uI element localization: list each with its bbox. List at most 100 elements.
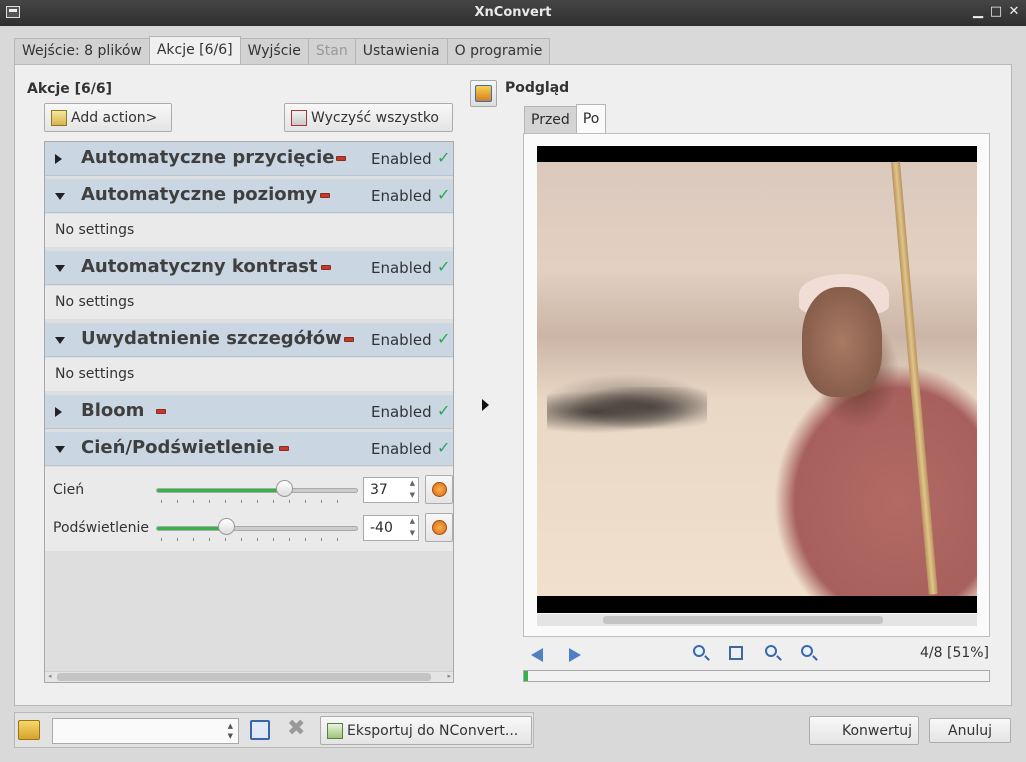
save-preset-icon[interactable] xyxy=(250,720,270,740)
tab-status[interactable]: Stan xyxy=(307,38,356,64)
highlight-slider-handle[interactable] xyxy=(217,518,235,535)
actions-list: Automatyczne przycięcie Enabled ✓ Automa… xyxy=(44,141,454,683)
export-nconvert-button[interactable]: Eksportuj do NConvert... xyxy=(320,716,532,745)
window-title: XnConvert xyxy=(474,5,552,20)
enabled-checkbox[interactable]: ✓ xyxy=(437,259,453,275)
action-body: No settings xyxy=(45,286,453,319)
enabled-checkbox[interactable]: ✓ xyxy=(437,440,453,456)
expand-arrow-icon[interactable] xyxy=(55,154,62,164)
maximize-icon[interactable]: □ xyxy=(988,4,1004,20)
enabled-checkbox[interactable]: ✓ xyxy=(437,403,453,419)
remove-action-icon[interactable] xyxy=(321,265,331,270)
reset-icon xyxy=(432,482,447,497)
tab-before[interactable]: Przed xyxy=(524,106,577,133)
shadow-slider-handle[interactable] xyxy=(276,480,294,497)
fit-to-window-icon[interactable] xyxy=(729,646,743,660)
combo-down-icon[interactable]: ▼ xyxy=(228,732,233,740)
zoom-in-icon[interactable] xyxy=(693,645,705,657)
action-header-shadow-highlight[interactable]: Cień/Podświetlenie Enabled ✓ xyxy=(45,432,453,466)
remove-action-icon[interactable] xyxy=(344,337,354,342)
load-preset-folder-icon[interactable] xyxy=(18,720,40,740)
enabled-checkbox[interactable]: ✓ xyxy=(437,150,453,166)
remove-action-icon[interactable] xyxy=(336,156,346,161)
previous-image-icon[interactable] xyxy=(531,648,543,662)
photo-face xyxy=(802,287,882,397)
preview-title: Podgląd xyxy=(505,80,570,96)
add-action-button[interactable]: Add action> xyxy=(44,103,172,132)
actions-title: Akcje [6/6] xyxy=(27,81,113,97)
actions-horizontal-scrollbar[interactable]: ◂ ▸ xyxy=(45,671,453,682)
shadow-reset-button[interactable] xyxy=(425,475,453,504)
spin-up-icon[interactable]: ▲ xyxy=(410,517,415,525)
delete-preset-icon[interactable]: ✖ xyxy=(287,716,305,741)
preview-toggle-button[interactable] xyxy=(470,80,497,107)
remove-action-icon[interactable] xyxy=(320,193,330,198)
scroll-right-icon[interactable]: ▸ xyxy=(447,672,451,680)
progress-fill xyxy=(524,671,528,681)
add-action-icon xyxy=(51,109,67,126)
action-header-bloom[interactable]: Bloom Enabled ✓ xyxy=(45,395,453,429)
remove-action-icon[interactable] xyxy=(279,446,289,451)
remove-action-icon[interactable] xyxy=(156,409,166,414)
collapse-arrow-icon[interactable] xyxy=(55,337,65,344)
enabled-label: Enabled xyxy=(371,440,432,458)
highlight-slider[interactable] xyxy=(156,526,358,531)
preview-horizontal-scrollbar[interactable] xyxy=(537,614,977,626)
photo-goats xyxy=(547,387,707,437)
preview-frame xyxy=(523,133,990,637)
close-icon[interactable]: ✕ xyxy=(1006,4,1022,20)
enabled-checkbox[interactable]: ✓ xyxy=(437,331,453,347)
clear-all-button[interactable]: Wyczyść wszystko xyxy=(284,103,453,132)
highlight-reset-button[interactable] xyxy=(425,513,453,542)
shadow-label: Cień xyxy=(53,482,85,498)
cancel-button[interactable]: Anuluj xyxy=(929,718,1011,743)
convert-button[interactable]: Konwertuj xyxy=(809,716,919,745)
actual-size-icon[interactable] xyxy=(765,645,777,657)
slider-ticks xyxy=(161,500,353,503)
enabled-label: Enabled xyxy=(371,331,432,349)
convert-label: Konwertuj xyxy=(842,722,912,739)
highlight-value: -40 xyxy=(370,520,393,536)
photo xyxy=(537,161,977,596)
preview-image-icon xyxy=(475,85,492,102)
enabled-checkbox[interactable]: ✓ xyxy=(437,187,453,203)
zoom-status: 4/8 [51%] xyxy=(920,645,990,661)
highlight-spinbox[interactable]: -40 ▲ ▼ xyxy=(363,515,419,541)
action-header-auto-levels[interactable]: Automatyczne poziomy Enabled ✓ xyxy=(45,179,453,213)
preview-tabs: Przed Po xyxy=(524,104,607,133)
action-header-auto-crop[interactable]: Automatyczne przycięcie Enabled ✓ xyxy=(45,142,453,176)
collapse-arrow-icon[interactable] xyxy=(55,265,65,272)
tab-output[interactable]: Wyjście xyxy=(239,38,309,64)
tab-about[interactable]: O programie xyxy=(446,38,551,64)
preview-image[interactable] xyxy=(537,146,977,613)
scroll-left-icon[interactable]: ◂ xyxy=(48,672,52,680)
shadow-slider[interactable] xyxy=(156,488,358,493)
tab-settings[interactable]: Ustawienia xyxy=(354,38,448,64)
tab-actions[interactable]: Akcje [6/6] xyxy=(148,36,241,64)
action-name: Uwydatnienie szczegółów xyxy=(81,328,342,349)
title-bar: XnConvert ▁ □ ✕ xyxy=(0,0,1026,26)
next-image-icon[interactable] xyxy=(569,648,581,662)
add-action-label: Add action> xyxy=(71,109,158,126)
tab-after[interactable]: Po xyxy=(575,104,607,133)
spin-down-icon[interactable]: ▼ xyxy=(410,529,415,537)
expand-arrow-icon[interactable] xyxy=(55,407,62,417)
export-nconvert-label: Eksportuj do NConvert... xyxy=(347,722,519,739)
combo-up-icon[interactable]: ▲ xyxy=(228,722,233,730)
no-settings-text: No settings xyxy=(55,366,135,382)
spin-up-icon[interactable]: ▲ xyxy=(410,479,415,487)
collapse-arrow-icon[interactable] xyxy=(55,446,65,453)
spin-down-icon[interactable]: ▼ xyxy=(410,491,415,499)
action-body-shadow-highlight: Cień 37 ▲ ▼ Podświetlenie -40 ▲ ▼ xyxy=(45,467,453,551)
scrollbar-thumb[interactable] xyxy=(57,673,431,681)
preset-combobox[interactable]: ▲ ▼ xyxy=(52,718,239,744)
collapse-arrow-icon[interactable] xyxy=(55,193,65,200)
tab-input[interactable]: Wejście: 8 plików xyxy=(14,38,150,64)
zoom-out-icon[interactable] xyxy=(801,645,813,657)
action-header-auto-contrast[interactable]: Automatyczny kontrast Enabled ✓ xyxy=(45,251,453,285)
minimize-icon[interactable]: ▁ xyxy=(970,4,986,20)
action-header-enhance-detail[interactable]: Uwydatnienie szczegółów Enabled ✓ xyxy=(45,323,453,357)
scrollbar-thumb[interactable] xyxy=(603,616,883,624)
panel-expand-arrow-icon[interactable] xyxy=(482,399,489,411)
shadow-spinbox[interactable]: 37 ▲ ▼ xyxy=(363,477,419,503)
